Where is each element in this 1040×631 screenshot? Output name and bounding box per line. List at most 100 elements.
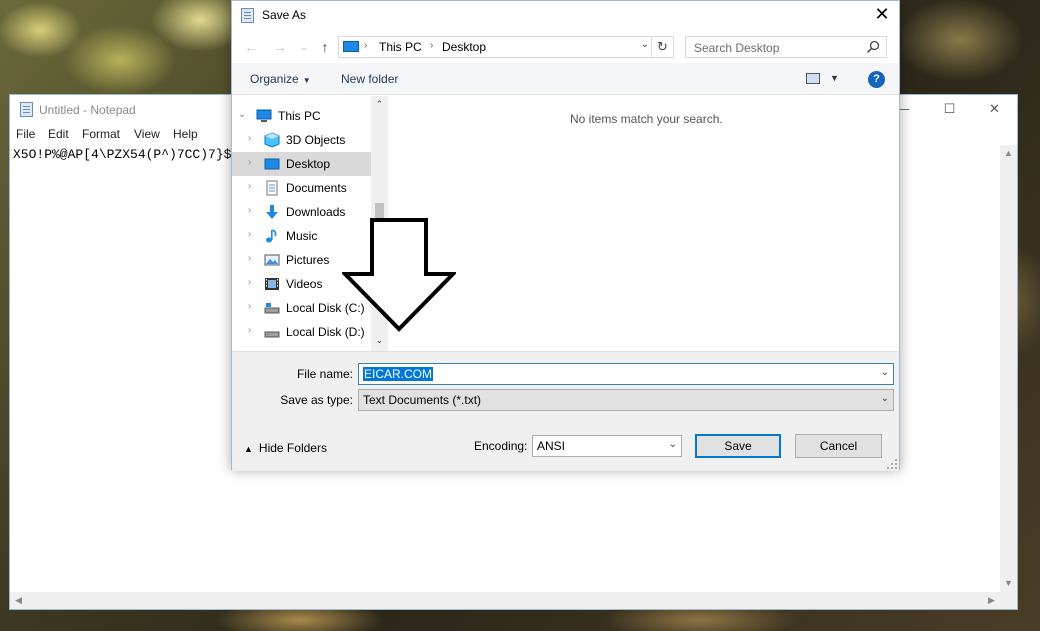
scroll-down-icon[interactable]: ⌄	[371, 332, 388, 349]
encoding-select[interactable]: ANSI ⌄	[532, 435, 682, 457]
save-options-panel: File name: EICAR.COM ⌄ Save as type: Tex…	[232, 351, 899, 471]
chevron-right-icon[interactable]: ›	[248, 301, 251, 312]
dialog-close-button[interactable]: ✕	[865, 1, 899, 29]
search-box[interactable]: Search Desktop	[685, 36, 887, 58]
this-pc-icon	[343, 41, 359, 52]
chevron-right-icon[interactable]: ›	[248, 157, 251, 168]
chevron-down-icon[interactable]: ⌄	[238, 109, 246, 120]
breadcrumb-desktop[interactable]: Desktop	[442, 40, 486, 54]
chevron-down-icon[interactable]: ⌄	[669, 439, 677, 450]
tree-label: 3D Objects	[286, 133, 346, 147]
tree-item-desktop[interactable]: › Desktop	[232, 152, 371, 176]
tree-item-3d-objects[interactable]: › 3D Objects	[232, 128, 371, 152]
chevron-down-icon[interactable]: ⌄	[881, 393, 889, 404]
notepad-icon	[20, 102, 33, 117]
scroll-up-icon[interactable]: ▲	[1000, 145, 1017, 162]
notepad-title: Untitled - Notepad	[39, 103, 136, 117]
downloads-icon	[266, 205, 278, 219]
search-icon[interactable]	[866, 40, 880, 54]
tree-label: This PC	[278, 109, 321, 123]
help-icon[interactable]: ?	[868, 71, 885, 88]
cancel-button[interactable]: Cancel	[795, 434, 882, 458]
dialog-title: Save As	[262, 8, 307, 22]
chevron-right-icon[interactable]: ›	[248, 253, 251, 264]
file-name-input[interactable]: EICAR.COM ⌄	[358, 363, 894, 385]
encoding-label: Encoding:	[474, 439, 528, 453]
address-row: ← → ⌄ ↑ › This PC › Desktop ⌄ ↻ Search D…	[232, 33, 899, 61]
chevron-right-icon[interactable]: ›	[248, 325, 251, 336]
caret-down-icon: ▼	[302, 76, 311, 85]
tree-item-this-pc[interactable]: ⌄ This PC	[232, 104, 371, 128]
tree-label: Videos	[286, 277, 323, 291]
chevron-down-icon[interactable]: ⌄	[881, 367, 889, 378]
dialog-titlebar[interactable]: Save As ✕	[232, 1, 899, 31]
scroll-right-icon[interactable]: ▶	[983, 592, 1000, 609]
annotation-down-arrow-icon	[342, 218, 456, 332]
chevron-right-icon[interactable]: ›	[248, 205, 251, 216]
encoding-value: ANSI	[537, 439, 566, 453]
breadcrumb-this-pc[interactable]: This PC	[379, 40, 422, 54]
drive-icon	[264, 331, 280, 338]
videos-icon	[265, 278, 279, 290]
change-view-icon[interactable]	[806, 73, 820, 84]
breadcrumb-separator-icon[interactable]: ›	[430, 40, 433, 51]
this-pc-icon	[256, 109, 272, 122]
documents-icon	[266, 180, 278, 196]
save-as-type-select[interactable]: Text Documents (*.txt) ⌄	[358, 389, 894, 411]
close-icon[interactable]: ✕	[972, 95, 1017, 123]
notepad-size-grip	[1000, 592, 1017, 609]
hide-folders-button[interactable]: ▲ Hide Folders	[244, 441, 327, 455]
caret-down-icon[interactable]: ▼	[830, 73, 839, 83]
command-toolbar: Organize ▼ New folder ▼ ?	[232, 63, 899, 95]
recent-locations-chevron-icon[interactable]: ⌄	[294, 37, 314, 57]
tree-item-documents[interactable]: › Documents	[232, 176, 371, 200]
save-as-dialog[interactable]: Save As ✕ ← → ⌄ ↑ › This PC › Desktop ⌄ …	[231, 0, 900, 471]
organize-label: Organize	[250, 72, 299, 86]
file-name-value: EICAR.COM	[363, 367, 434, 381]
pictures-icon	[264, 254, 280, 266]
scroll-up-icon[interactable]: ⌃	[371, 96, 388, 113]
back-arrow-icon[interactable]: ←	[241, 37, 261, 57]
organize-button[interactable]: Organize ▼	[250, 72, 311, 86]
tree-label: Downloads	[286, 205, 346, 219]
scroll-left-icon[interactable]: ◀	[10, 592, 27, 609]
scroll-down-icon[interactable]: ▼	[1000, 575, 1017, 592]
address-bar[interactable]: › This PC › Desktop ⌄ ↻	[338, 36, 674, 58]
tree-label: Documents	[286, 181, 347, 195]
forward-arrow-icon[interactable]: →	[270, 37, 290, 57]
tree-label: Music	[286, 229, 318, 243]
3d-objects-icon	[264, 132, 280, 148]
menu-file[interactable]: File	[16, 127, 35, 141]
desktop-icon	[264, 158, 280, 170]
chevron-right-icon[interactable]: ›	[248, 229, 251, 240]
address-dropdown-icon[interactable]: ⌄	[641, 39, 649, 50]
menu-help[interactable]: Help	[173, 127, 198, 141]
menu-view[interactable]: View	[134, 127, 160, 141]
menu-format[interactable]: Format	[82, 127, 120, 141]
resize-grip-icon[interactable]	[887, 459, 897, 469]
save-as-type-label: Save as type:	[280, 393, 353, 407]
menu-edit[interactable]: Edit	[48, 127, 69, 141]
notepad-vertical-scrollbar[interactable]: ▲ ▼	[1000, 145, 1017, 592]
up-arrow-icon[interactable]: ↑	[315, 37, 335, 57]
hide-folders-label: Hide Folders	[258, 441, 327, 455]
search-input[interactable]: Search Desktop	[694, 41, 779, 55]
tree-label: Pictures	[286, 253, 330, 267]
caret-up-icon: ▲	[244, 444, 253, 454]
drive-icon	[264, 303, 280, 314]
save-button[interactable]: Save	[695, 434, 781, 458]
notepad-text-area[interactable]: X5O!P%@AP[4\PZX54(P^)7CC)7}$	[13, 147, 231, 162]
chevron-right-icon[interactable]: ›	[248, 133, 251, 144]
file-name-label: File name:	[296, 367, 353, 381]
music-icon	[266, 229, 277, 243]
maximize-icon[interactable]: ☐	[927, 95, 972, 123]
notepad-horizontal-scrollbar[interactable]: ◀ ▶	[10, 592, 1000, 609]
breadcrumb-separator-icon[interactable]: ›	[364, 40, 367, 51]
chevron-right-icon[interactable]: ›	[248, 277, 251, 288]
refresh-icon[interactable]: ↻	[651, 37, 673, 57]
new-folder-button[interactable]: New folder	[341, 72, 398, 86]
chevron-right-icon[interactable]: ›	[248, 181, 251, 192]
empty-results-message: No items match your search.	[570, 112, 723, 126]
save-as-type-value: Text Documents (*.txt)	[363, 393, 482, 407]
tree-label: Desktop	[286, 157, 331, 171]
